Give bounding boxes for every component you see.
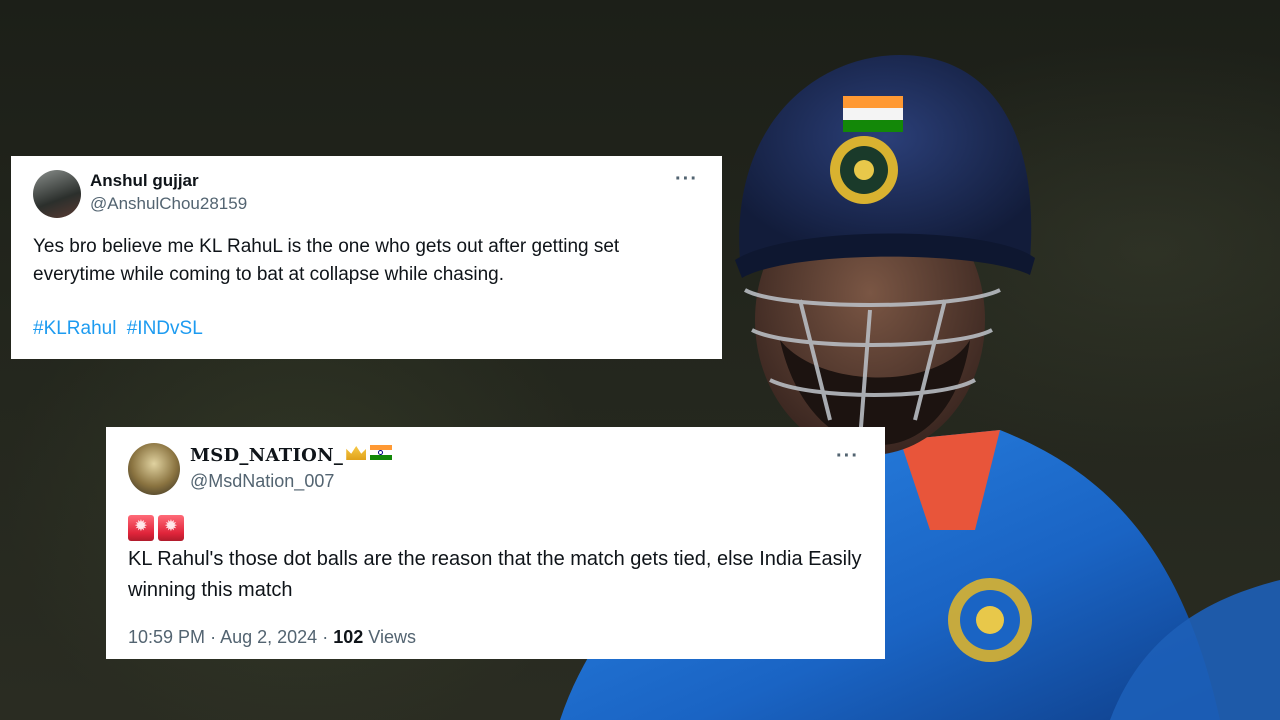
crown-icon (346, 446, 367, 460)
india-flag-icon (370, 445, 393, 460)
views-count: 102 (333, 627, 364, 647)
hashtag-row: #KLRahul #INDvSL (33, 318, 208, 340)
author-handle[interactable]: @MsdNation_007 (190, 471, 334, 492)
avatar[interactable] (128, 443, 180, 495)
tweet-card-anshul[interactable]: Anshul gujjar @AnshulChou28159 ··· Yes b… (11, 156, 722, 359)
avatar[interactable] (33, 170, 81, 218)
meta-separator: · (210, 627, 217, 647)
emoji-row (128, 515, 184, 541)
siren-icon (128, 515, 154, 541)
views-label: Views (368, 627, 416, 647)
tweet-time[interactable]: 10:59 PM (128, 627, 205, 647)
author-name-row[interactable]: MSD_NATION_ (190, 445, 393, 466)
hashtag-link[interactable]: #INDvSL (127, 318, 203, 339)
tweet-date[interactable]: Aug 2, 2024 (220, 627, 317, 647)
tweet-meta: 10:59 PM · Aug 2, 2024 · 102 Views (128, 627, 416, 648)
author-handle[interactable]: @AnshulChou28159 (90, 194, 247, 214)
more-options-button[interactable]: ··· (836, 446, 859, 466)
more-options-button[interactable]: ··· (675, 169, 698, 189)
hashtag-link[interactable]: #KLRahul (33, 318, 116, 339)
meta-separator: · (322, 627, 329, 647)
author-name[interactable]: MSD_NATION_ (190, 445, 343, 466)
tweet-card-msd-nation[interactable]: MSD_NATION_ @MsdNation_007 ··· KL Rahul'… (106, 427, 885, 659)
author-name[interactable]: Anshul gujjar (90, 171, 199, 191)
tweet-text: KL Rahul's those dot balls are the reaso… (128, 548, 862, 601)
tweet-text: Yes bro believe me KL RahuL is the one w… (33, 236, 620, 285)
siren-icon (158, 515, 184, 541)
